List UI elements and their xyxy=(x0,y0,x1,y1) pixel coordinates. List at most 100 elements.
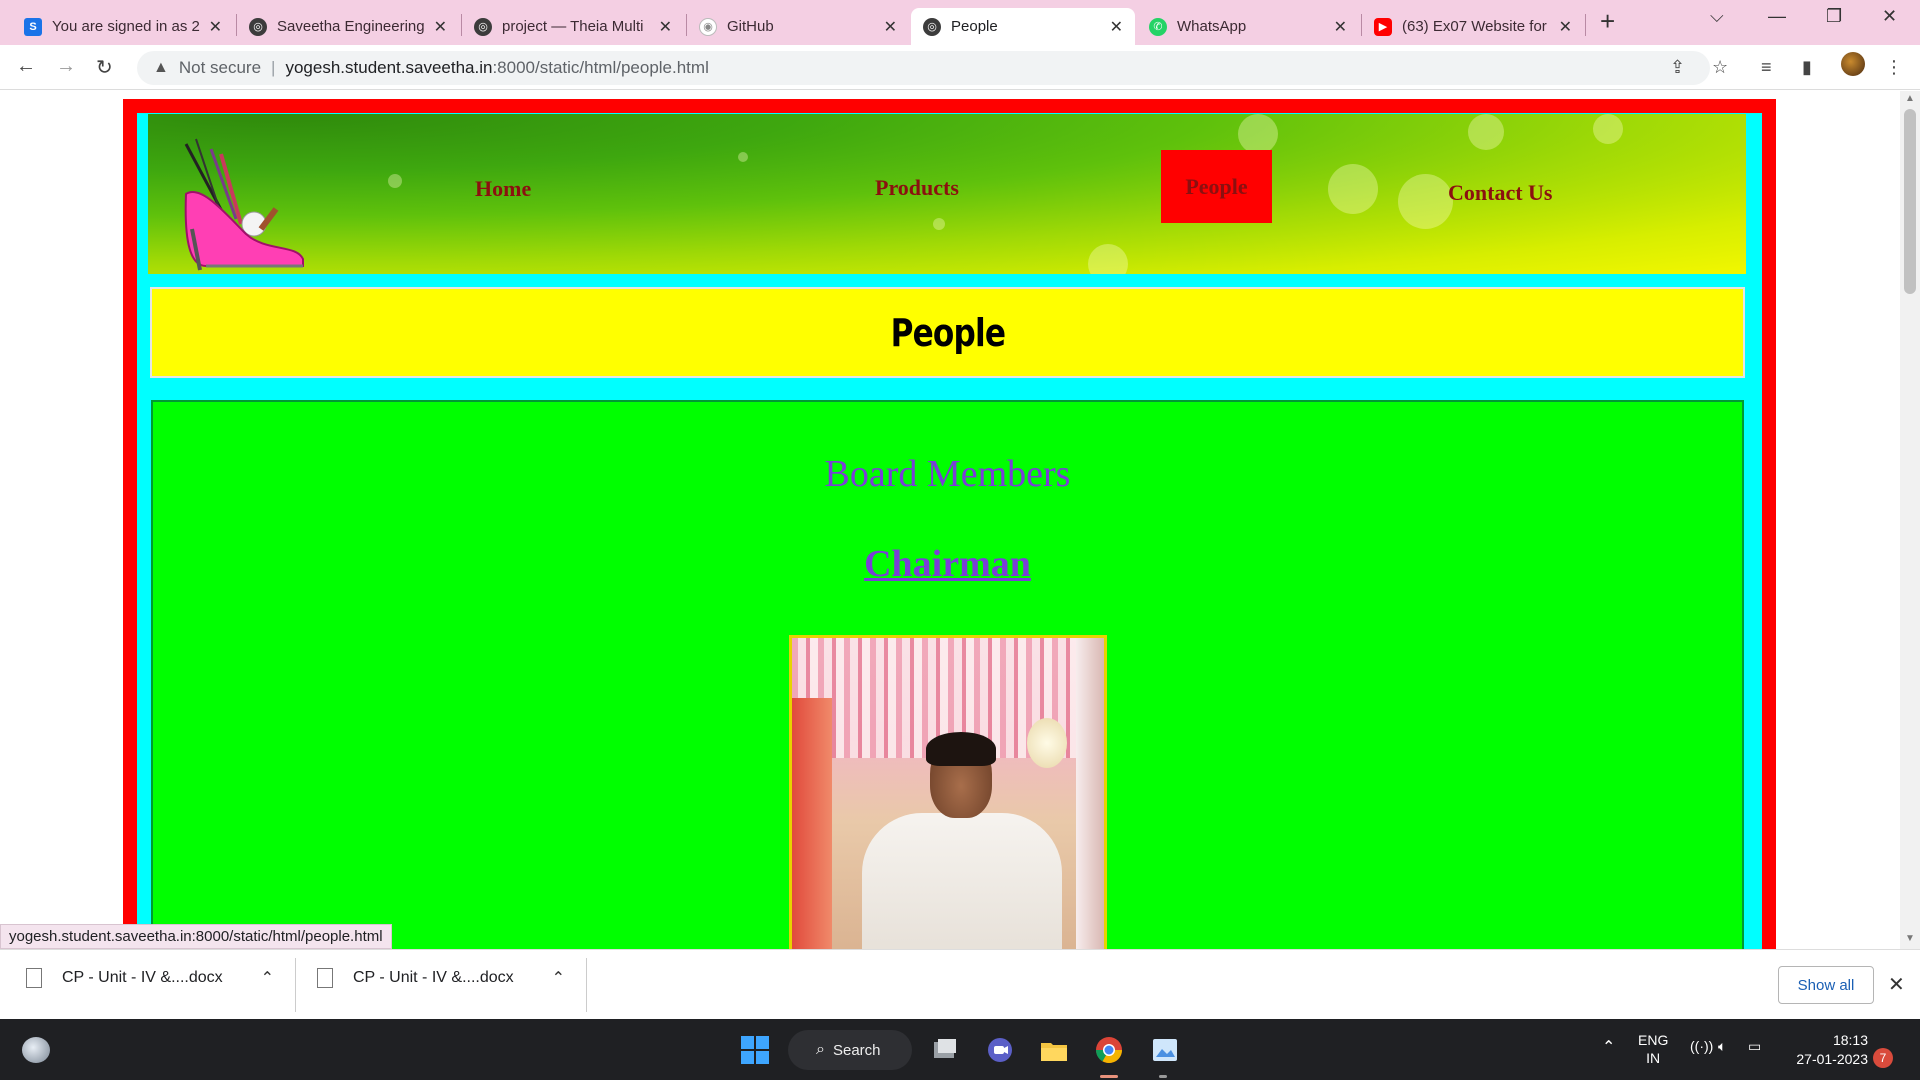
globe-icon: ◎ xyxy=(474,17,492,36)
whatsapp-icon: ✆ xyxy=(1149,17,1167,36)
share-icon[interactable]: ⇪ xyxy=(1670,57,1685,78)
page-outer-border: Home Products People Contact Us People B… xyxy=(123,99,1776,949)
bokeh-light xyxy=(1468,114,1504,150)
nav-products-link[interactable]: Products xyxy=(875,175,959,201)
close-icon[interactable]: ✕ xyxy=(434,17,447,37)
file-explorer-icon[interactable] xyxy=(1039,1035,1069,1065)
security-label[interactable]: Not secure xyxy=(179,58,261,78)
github-icon: ◉ xyxy=(699,17,717,36)
nav-people-link[interactable]: People xyxy=(1185,174,1247,200)
restore-button[interactable]: ❐ xyxy=(1826,6,1842,27)
tab-5[interactable]: ✆ WhatsApp ✕ xyxy=(1137,8,1359,45)
person-shirt xyxy=(862,813,1062,949)
chairman-photo xyxy=(789,635,1107,949)
document-icon xyxy=(26,968,42,988)
close-downloads-icon[interactable]: ✕ xyxy=(1888,972,1905,997)
show-all-button[interactable]: Show all xyxy=(1778,966,1874,1004)
globe-icon: ◎ xyxy=(923,17,941,36)
nav-home-link[interactable]: Home xyxy=(475,176,531,202)
bokeh-light xyxy=(1238,114,1278,154)
tab-1[interactable]: ◎ Saveetha Engineering ✕ xyxy=(237,8,459,45)
download-item[interactable]: CP - Unit - IV &....docx ⌃ xyxy=(317,968,565,988)
wifi-icon[interactable]: ((·)) xyxy=(1690,1038,1713,1054)
taskbar-search-button[interactable]: ⌕ Search xyxy=(788,1030,912,1070)
chevron-up-icon[interactable]: ⌃ xyxy=(261,968,274,988)
tab-search-chevron-icon[interactable]: ⌵ xyxy=(1710,6,1724,27)
clock[interactable]: 18:13 27-01-2023 xyxy=(1788,1031,1868,1069)
site-header: Home Products People Contact Us xyxy=(148,114,1746,274)
language-indicator[interactable]: ENG IN xyxy=(1638,1031,1668,1067)
shoe-makeup-logo[interactable] xyxy=(166,124,306,272)
side-panel-icon[interactable]: ▮ xyxy=(1802,57,1812,78)
tab-title: WhatsApp xyxy=(1177,18,1247,35)
notification-badge[interactable]: 7 xyxy=(1873,1048,1893,1068)
page-viewport: Home Products People Contact Us People B… xyxy=(0,91,1900,949)
tab-2[interactable]: ◎ project — Theia Multi ✕ xyxy=(462,8,684,45)
task-view-icon[interactable] xyxy=(930,1035,960,1065)
minimize-button[interactable]: — xyxy=(1768,6,1786,27)
warning-icon[interactable]: ▲ xyxy=(153,59,169,77)
scroll-down-arrow-icon[interactable]: ▼ xyxy=(1905,933,1915,944)
volume-icon[interactable]: 🔈︎ xyxy=(1718,1038,1726,1055)
bokeh-light xyxy=(1593,114,1623,144)
url-field[interactable]: ▲ Not secure | yogesh.student.saveetha.i… xyxy=(137,51,1710,85)
tray-chevron-up-icon[interactable]: ⌃ xyxy=(1602,1037,1615,1057)
reload-icon[interactable]: ↻ xyxy=(96,55,113,80)
windows-start-icon[interactable] xyxy=(740,1035,770,1065)
forward-arrow-icon[interactable]: → xyxy=(56,55,76,78)
star-icon[interactable]: ☆ xyxy=(1712,57,1728,78)
menu-kebab-icon[interactable]: ⋮ xyxy=(1885,57,1903,78)
tab-title: Saveetha Engineering xyxy=(277,18,425,35)
close-icon[interactable]: ✕ xyxy=(1334,17,1347,37)
tab-3[interactable]: ◉ GitHub ✕ xyxy=(687,8,909,45)
vertical-scrollbar[interactable]: ▲ ▼ xyxy=(1900,91,1920,949)
close-icon[interactable]: ✕ xyxy=(209,17,222,37)
scroll-up-arrow-icon[interactable]: ▲ xyxy=(1905,93,1915,104)
download-item[interactable]: CP - Unit - IV &....docx ⌃ xyxy=(26,968,274,988)
active-app-indicator xyxy=(1100,1075,1118,1078)
curtain-left xyxy=(792,698,832,949)
bokeh-light xyxy=(1398,174,1453,229)
chrome-icon[interactable] xyxy=(1094,1035,1124,1065)
photos-app-icon[interactable] xyxy=(1150,1035,1180,1065)
downloads-bar: CP - Unit - IV &....docx ⌃ CP - Unit - I… xyxy=(0,949,1920,1019)
tab-title: GitHub xyxy=(727,18,774,35)
download-filename: CP - Unit - IV &....docx xyxy=(353,969,514,986)
close-icon[interactable]: ✕ xyxy=(1110,17,1123,37)
s-icon: S xyxy=(24,17,42,36)
url-path: :8000/static/html/people.html xyxy=(492,58,709,77)
bokeh-light xyxy=(933,218,945,230)
tab-strip: S You are signed in as 2 ✕ ◎ Saveetha En… xyxy=(0,0,1920,45)
person-hair xyxy=(926,732,996,766)
profile-avatar[interactable] xyxy=(1841,52,1865,76)
close-icon[interactable]: ✕ xyxy=(1559,17,1572,37)
weather-icon[interactable] xyxy=(22,1037,50,1063)
teams-chat-icon[interactable] xyxy=(985,1035,1015,1065)
media-control-icon[interactable]: ≡ xyxy=(1761,57,1772,78)
download-filename: CP - Unit - IV &....docx xyxy=(62,969,223,986)
close-icon[interactable]: ✕ xyxy=(884,17,897,37)
tab-title: You are signed in as 2 xyxy=(52,18,200,35)
close-icon[interactable]: ✕ xyxy=(659,17,672,37)
tab-6[interactable]: ▶ (63) Ex07 Website for ✕ xyxy=(1362,8,1584,45)
bokeh-light xyxy=(1328,164,1378,214)
role-heading-link[interactable]: Chairman xyxy=(153,542,1742,586)
chevron-up-icon[interactable]: ⌃ xyxy=(552,968,565,988)
tab-4-active[interactable]: ◎ People ✕ xyxy=(911,8,1135,45)
window-close-button[interactable]: ✕ xyxy=(1882,6,1897,27)
scroll-thumb[interactable] xyxy=(1904,109,1916,294)
tab-title: (63) Ex07 Website for xyxy=(1402,18,1547,35)
globe-icon: ◎ xyxy=(249,17,267,36)
nav-people-active[interactable]: People xyxy=(1161,150,1272,223)
tab-0[interactable]: S You are signed in as 2 ✕ xyxy=(12,8,234,45)
chandelier xyxy=(1027,718,1067,768)
bokeh-light xyxy=(388,174,402,188)
running-app-indicator xyxy=(1159,1075,1167,1078)
tab-separator xyxy=(1585,14,1586,36)
nav-contact-link[interactable]: Contact Us xyxy=(1448,180,1553,206)
battery-icon[interactable]: ▭ xyxy=(1748,1038,1761,1055)
back-arrow-icon[interactable]: ← xyxy=(16,55,36,78)
omnibox-divider: | xyxy=(271,58,276,77)
new-tab-button[interactable]: + xyxy=(1600,8,1615,34)
language-code: ENG xyxy=(1638,1032,1669,1048)
